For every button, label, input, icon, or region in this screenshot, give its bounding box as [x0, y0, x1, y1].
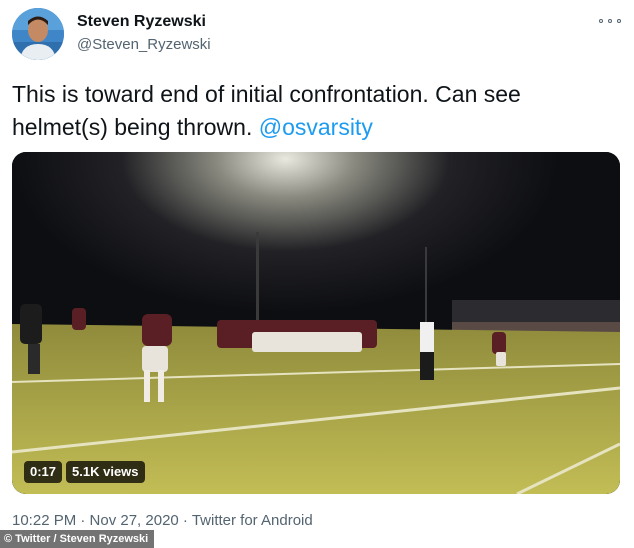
video-player[interactable] — [12, 152, 620, 494]
mention-link[interactable]: @osvarsity — [259, 114, 373, 140]
author-handle[interactable]: @Steven_Ryzewski — [77, 36, 211, 53]
more-options-icon[interactable] — [599, 12, 621, 30]
video-views: 5.1K views — [66, 461, 145, 483]
author-name[interactable]: Steven Ryzewski — [77, 13, 206, 31]
avatar[interactable] — [12, 8, 64, 60]
photo-credit: © Twitter / Steven Ryzewski — [0, 530, 155, 548]
video-info: 0:17 5.1K views — [24, 461, 145, 483]
avatar-image — [12, 8, 64, 60]
tweet-timestamp[interactable]: 10:22 PM · Nov 27, 2020 · Twitter for An… — [12, 512, 313, 529]
video-duration: 0:17 — [24, 461, 63, 483]
tweet-card: Steven Ryzewski @Steven_Ryzewski This is… — [0, 0, 634, 548]
tweet-text: This is toward end of initial confrontat… — [12, 78, 612, 144]
video-frame — [12, 152, 620, 494]
